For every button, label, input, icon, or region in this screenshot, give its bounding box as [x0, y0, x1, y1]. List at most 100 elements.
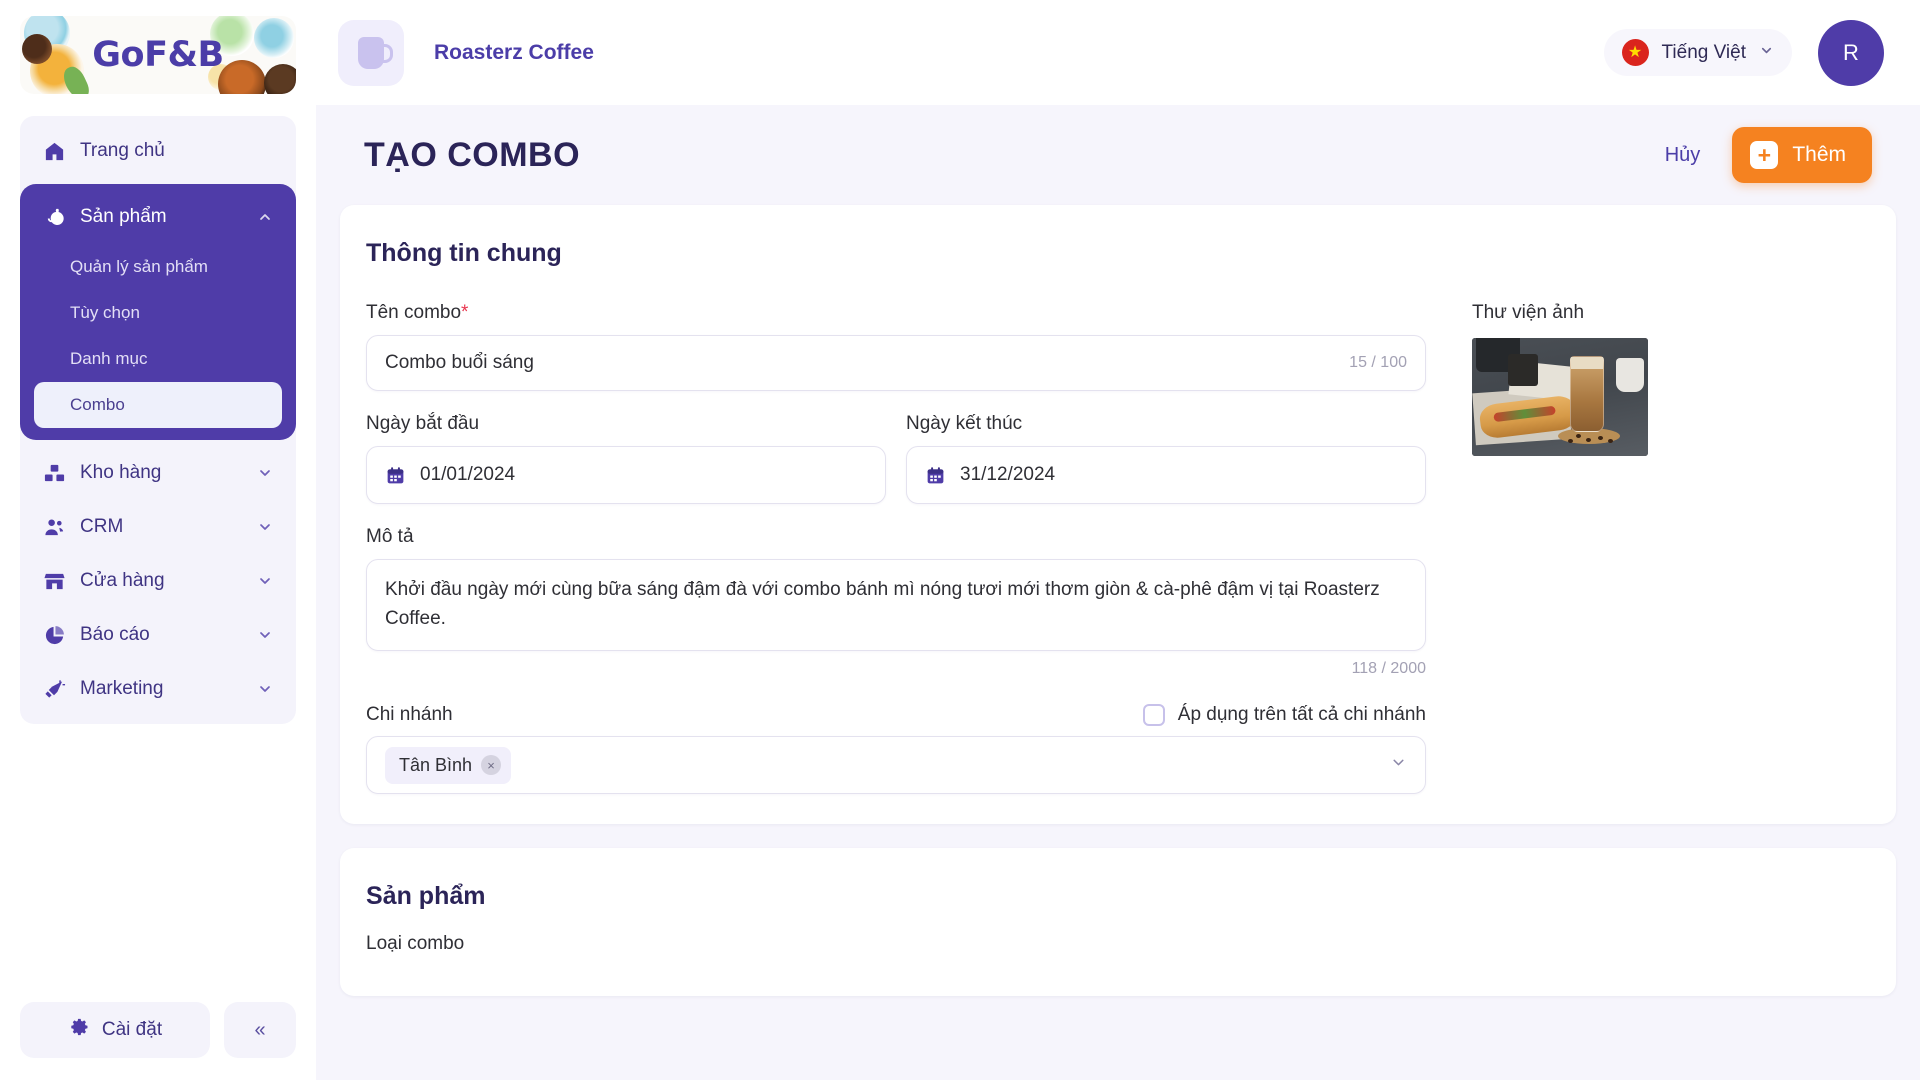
sidebar-item-label: Quản lý sản phẩm [70, 257, 208, 276]
branch-select[interactable]: Tân Bình × [366, 736, 1426, 794]
sidebar-item-marketing[interactable]: Marketing [20, 662, 296, 716]
food-decoration-icon [22, 34, 52, 64]
sidebar-item-label: Tùy chọn [70, 303, 140, 322]
photo-iced-coffee-glass [1570, 356, 1604, 432]
sidebar-item-combo[interactable]: Combo [34, 382, 282, 428]
sidebar-item-options[interactable]: Tùy chọn [20, 290, 296, 336]
food-decoration-icon [218, 60, 266, 94]
settings-label: Cài đặt [101, 1019, 163, 1040]
products-title: Sản phẩm [366, 882, 486, 910]
avatar-initial: R [1843, 39, 1859, 65]
combo-name-label-text: Tên combo [366, 302, 462, 323]
general-info-title: Thông tin chung [366, 239, 562, 267]
app-logo[interactable]: GoF&B [20, 16, 296, 94]
sidebar-item-crm[interactable]: CRM [20, 500, 296, 554]
chevron-down-icon [1390, 754, 1407, 776]
sidebar-item-label: Trang chủ [80, 140, 165, 161]
start-date-input[interactable]: 01/01/2024 [366, 446, 886, 504]
chevron-double-left-icon: « [254, 1018, 266, 1041]
sidebar-group-products: Sản phẩm Quản lý sản phẩm Tùy chọn Danh … [20, 184, 296, 440]
plus-icon: + [1750, 141, 1779, 169]
main-area: Roasterz Coffee ★ Tiếng Việt R TẠO COMBO [316, 0, 1920, 1080]
collapse-sidebar-button[interactable]: « [224, 1002, 296, 1058]
home-icon [42, 139, 66, 163]
remove-branch-icon[interactable]: × [481, 755, 502, 775]
description-field: Mô tả Khởi đầu ngày mới cùng bữa sáng đậ… [366, 526, 1426, 678]
branch-label: Chi nhánh [366, 704, 453, 725]
food-decoration-icon [264, 64, 296, 94]
settings-button[interactable]: Cài đặt [20, 1002, 210, 1058]
sidebar-item-label: Cửa hàng [80, 570, 165, 591]
sidebar-item-product-management[interactable]: Quản lý sản phẩm [20, 244, 296, 290]
sidebar-item-label: Marketing [80, 678, 164, 699]
top-bar-right: ★ Tiếng Việt R [1603, 19, 1884, 86]
photo-coffee-bean [1598, 436, 1603, 440]
megaphone-icon [42, 677, 66, 701]
cancel-button[interactable]: Hủy [1659, 134, 1707, 177]
logo-text: GoF&B [92, 35, 224, 75]
required-mark: * [461, 302, 469, 323]
all-branches-checkbox-row[interactable]: Áp dụng trên tất cả chi nhánh [1142, 704, 1426, 726]
sidebar-item-label: Sản phẩm [80, 206, 167, 227]
product-icon [42, 205, 66, 229]
sidebar-item-reports[interactable]: Báo cáo [20, 608, 296, 662]
branch-chip-label: Tân Bình [399, 754, 473, 775]
top-bar: Roasterz Coffee ★ Tiếng Việt R [316, 0, 1920, 105]
general-info-body: Tên combo* Combo buổi sáng 15 / 100 Ngày… [366, 302, 1870, 794]
store-logo [338, 19, 404, 86]
sidebar-item-label: Báo cáo [80, 624, 150, 645]
start-date-value: 01/01/2024 [420, 464, 516, 485]
sidebar-nav-block: Trang chủ Sản phẩm Quản lý sản phẩm Tùy … [20, 116, 296, 724]
sidebar-item-label: Combo [70, 395, 125, 414]
page-header: TẠO COMBO Hủy + Thêm [340, 105, 1896, 205]
sidebar: GoF&B Trang chủ Sản phẩm Quản lý sản phẩ… [0, 0, 316, 1080]
calendar-icon [385, 465, 406, 486]
gallery-label: Thư viện ảnh [1472, 302, 1585, 323]
description-counter: 118 / 2000 [1351, 660, 1426, 677]
sidebar-item-categories[interactable]: Danh mục [20, 336, 296, 382]
description-label: Mô tả [366, 526, 414, 547]
photo-coffee-bean [1568, 439, 1573, 443]
add-button-label: Thêm [1792, 143, 1846, 166]
photo-coffee-bean [1576, 434, 1581, 438]
end-date-input[interactable]: 31/12/2024 [906, 446, 1426, 504]
branch-chip: Tân Bình × [385, 746, 512, 784]
sidebar-footer: Cài đặt « [0, 1002, 316, 1080]
sidebar-nav: Trang chủ Sản phẩm Quản lý sản phẩm Tùy … [0, 116, 316, 1002]
avatar[interactable]: R [1818, 19, 1884, 86]
app-root: GoF&B Trang chủ Sản phẩm Quản lý sản phẩ… [0, 0, 1920, 1080]
sidebar-item-products[interactable]: Sản phẩm [20, 190, 296, 244]
description-input[interactable]: Khởi đầu ngày mới cùng bữa sáng đậm đà v… [366, 559, 1426, 651]
gallery-image[interactable] [1472, 338, 1648, 456]
page-actions: Hủy + Thêm [1659, 127, 1872, 183]
store-icon [42, 569, 66, 593]
gallery-panel: Thư viện ảnh [1450, 302, 1870, 794]
date-range-row: Ngày bắt đầu 01/01/2024 Ngày kết thúc 31… [366, 413, 1426, 504]
combo-type-label: Loại combo [366, 933, 465, 954]
food-decoration-icon [254, 18, 294, 58]
start-date-field: Ngày bắt đầu 01/01/2024 [366, 413, 886, 504]
warehouse-icon [42, 461, 66, 485]
chevron-down-icon [256, 572, 274, 590]
sidebar-item-home[interactable]: Trang chủ [20, 124, 296, 178]
photo-cup [1616, 358, 1644, 392]
sidebar-item-warehouse[interactable]: Kho hàng [20, 446, 296, 500]
branch-header: Chi nhánh Áp dụng trên tất cả chi nhánh [366, 704, 1426, 726]
page-content: TẠO COMBO Hủy + Thêm Thông tin chung Tên… [316, 105, 1920, 1080]
photo-jar [1508, 354, 1538, 386]
chevron-down-icon [256, 464, 274, 482]
sidebar-item-store[interactable]: Cửa hàng [20, 554, 296, 608]
chevron-down-icon [256, 518, 274, 536]
sidebar-item-label: Kho hàng [80, 462, 162, 483]
page-title: TẠO COMBO [364, 135, 581, 174]
language-selector[interactable]: ★ Tiếng Việt [1603, 29, 1792, 76]
store-name: Roasterz Coffee [434, 40, 594, 64]
sidebar-item-label: Danh mục [70, 349, 148, 368]
add-button[interactable]: + Thêm [1732, 127, 1872, 183]
end-date-field: Ngày kết thúc 31/12/2024 [906, 413, 1426, 504]
all-branches-checkbox[interactable] [1142, 704, 1165, 726]
combo-name-label: Tên combo* [366, 302, 1426, 324]
combo-name-input[interactable]: Combo buổi sáng 15 / 100 [366, 335, 1426, 391]
photo-coffee-bean [1608, 439, 1613, 443]
sidebar-item-label: CRM [80, 516, 124, 537]
